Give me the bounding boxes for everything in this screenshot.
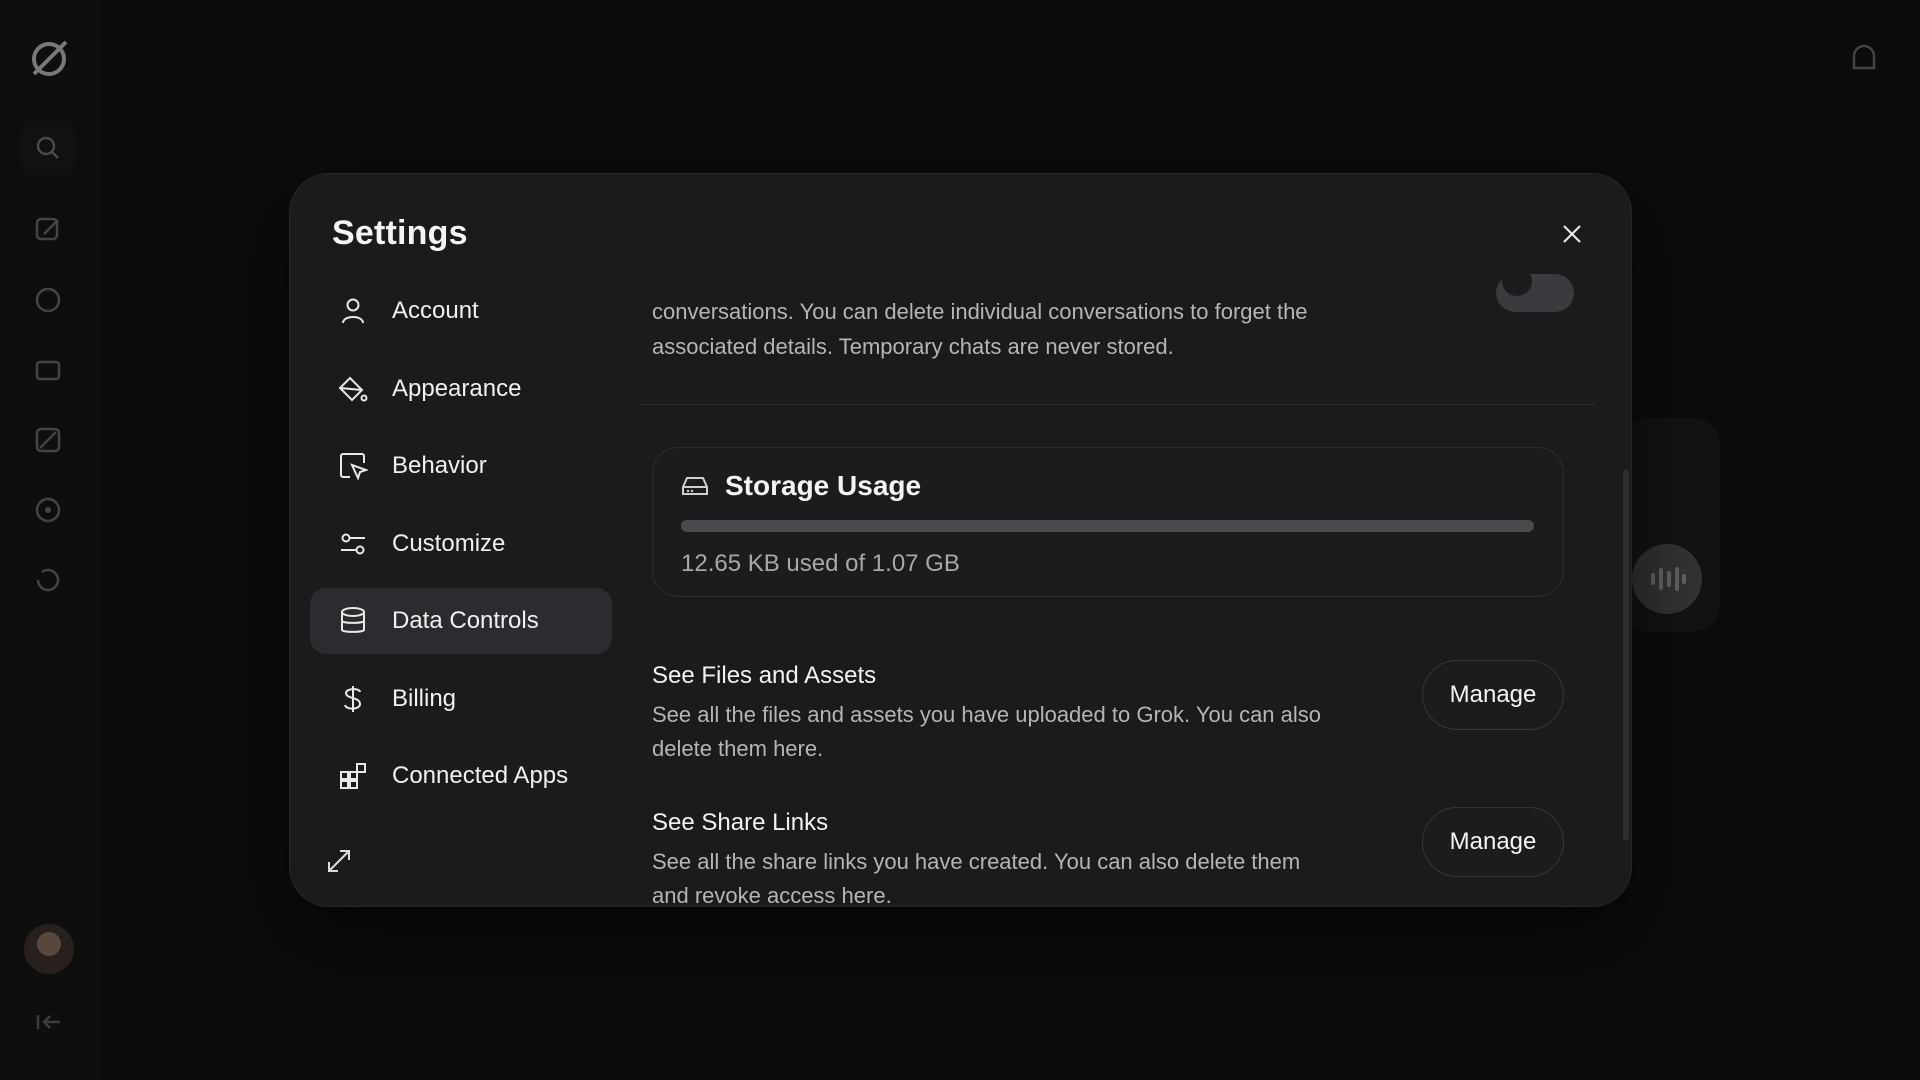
nav-item-billing[interactable]: Billing	[310, 666, 612, 732]
share-links-row: See Share Links See all the share links …	[652, 807, 1564, 907]
private-mode-icon[interactable]	[1848, 42, 1880, 74]
close-icon	[1563, 225, 1581, 243]
nav-item-account[interactable]: Account	[310, 278, 612, 344]
nav-item-label: Appearance	[392, 374, 522, 402]
storage-usage-card: Storage Usage 12.65 KB used of 1.07 GB	[652, 447, 1564, 597]
nav-item-label: Billing	[392, 684, 457, 712]
collapse-sidebar-icon[interactable]	[36, 1012, 62, 1032]
expand-button[interactable]	[324, 846, 354, 876]
grok-logo-icon	[32, 40, 68, 76]
nav-item-behavior[interactable]: Behavior	[310, 433, 612, 499]
chat-bubble-icon[interactable]	[32, 284, 64, 316]
sliders-icon	[338, 529, 368, 559]
modal-title: Settings	[332, 214, 468, 252]
dollar-icon	[338, 684, 368, 714]
manage-share-links-button[interactable]: Manage	[1422, 807, 1564, 877]
settings-content: conversations. You can delete individual…	[640, 274, 1595, 907]
app-sidebar	[0, 0, 98, 1080]
discover-icon[interactable]	[32, 494, 64, 526]
files-assets-row: See Files and Assets See all the files a…	[652, 660, 1564, 766]
paint-bucket-icon	[338, 374, 368, 404]
files-assets-description: See all the files and assets you have up…	[652, 702, 1322, 761]
apps-icon	[338, 761, 368, 791]
nav-item-connected-apps[interactable]: Connected Apps	[310, 743, 612, 809]
storage-usage-text: 12.65 KB used of 1.07 GB	[681, 550, 960, 577]
nav-item-label: Data Controls	[392, 607, 539, 634]
search-icon[interactable]	[22, 122, 74, 174]
data-retention-description: conversations. You can delete individual…	[652, 299, 1308, 359]
divider	[640, 404, 1595, 405]
database-icon	[338, 606, 368, 636]
manage-files-button[interactable]: Manage	[1422, 660, 1564, 730]
new-chat-icon[interactable]	[32, 214, 64, 246]
scrollbar[interactable]	[1623, 469, 1629, 841]
settings-modal: Settings Account Appearance Behavior Cus…	[289, 173, 1632, 907]
nav-item-label: Connected Apps	[392, 762, 569, 789]
projects-icon[interactable]	[32, 354, 64, 386]
close-button[interactable]	[1552, 214, 1592, 254]
nav-item-appearance[interactable]: Appearance	[310, 356, 612, 422]
nav-item-label: Behavior	[392, 452, 487, 479]
image-icon[interactable]	[32, 424, 64, 456]
share-links-description: See all the share links you have created…	[652, 849, 1301, 907]
settings-nav: Account Appearance Behavior Customize Da…	[310, 278, 612, 821]
data-retention-toggle[interactable]	[1496, 274, 1574, 312]
nav-item-label: Customize	[392, 529, 506, 557]
avatar[interactable]	[24, 924, 74, 974]
voice-mode-icon[interactable]	[1632, 544, 1702, 614]
user-icon	[338, 296, 368, 326]
nav-item-customize[interactable]: Customize	[310, 511, 612, 577]
nav-item-label: Account	[392, 297, 479, 324]
hard-drive-icon	[681, 471, 711, 501]
expand-icon	[328, 850, 350, 872]
history-icon[interactable]	[32, 564, 64, 596]
cursor-click-icon	[338, 451, 368, 481]
storage-title: Storage Usage	[725, 470, 922, 501]
storage-progress-bar	[681, 520, 1534, 532]
nav-item-data-controls[interactable]: Data Controls	[310, 588, 612, 654]
